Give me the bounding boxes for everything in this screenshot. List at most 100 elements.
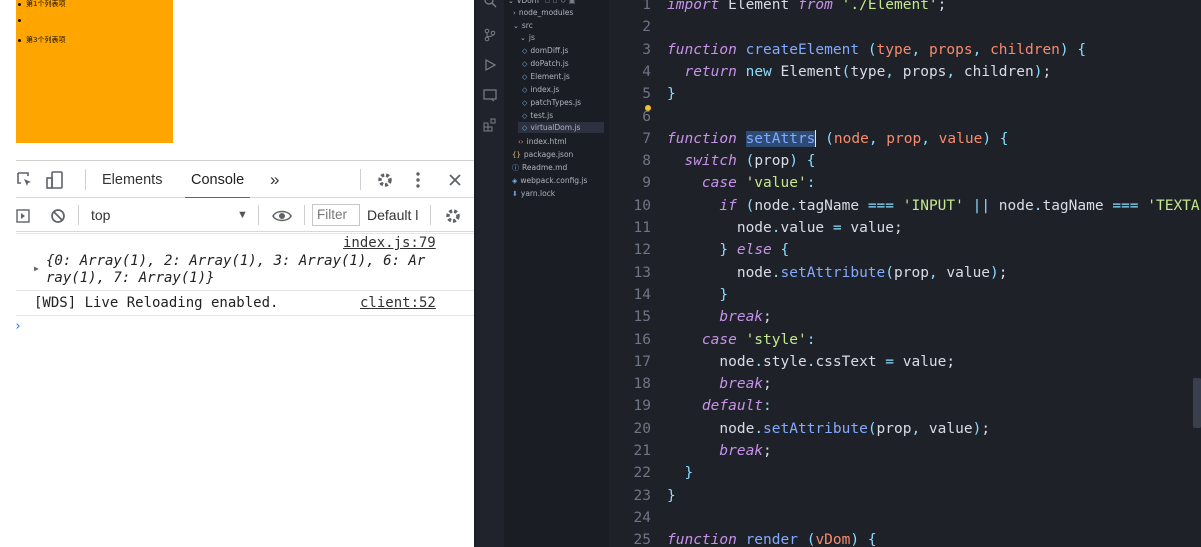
source-control-icon[interactable] xyxy=(482,28,498,44)
context-select[interactable]: top xyxy=(91,198,110,232)
filter-input[interactable]: Filter xyxy=(312,204,360,226)
code-line[interactable]: 25 function render (vDom) { xyxy=(609,529,1201,547)
log-levels-select[interactable]: Default l xyxy=(367,198,418,232)
row-divider xyxy=(16,233,474,234)
code-line[interactable]: 9 case 'value': xyxy=(609,172,1201,194)
code-token: break xyxy=(719,309,764,326)
run-debug-icon[interactable] xyxy=(482,58,498,74)
code-token: node xyxy=(990,197,1034,214)
code-line[interactable]: 8 switch (prop) { xyxy=(609,150,1201,172)
source-link[interactable]: index.js:79 xyxy=(343,235,436,251)
explorer-item-dopatch[interactable]: ◇ doPatch.js xyxy=(522,59,569,68)
extensions-icon[interactable] xyxy=(482,118,498,134)
code-line[interactable]: 16 case 'style': xyxy=(609,329,1201,351)
clear-icon[interactable] xyxy=(50,198,68,232)
file-label: webpack.config.js xyxy=(520,176,588,185)
log-message[interactable]: {0: Array(1), 2: Array(1), 3: Array(1), … xyxy=(46,253,425,269)
explorer-item-index-js[interactable]: ◇ index.js xyxy=(522,85,559,94)
code-token: function xyxy=(667,130,737,147)
console-prompt[interactable]: › xyxy=(14,319,22,334)
search-icon[interactable] xyxy=(482,0,498,10)
code-token: , xyxy=(911,420,921,437)
kebab-icon[interactable] xyxy=(412,161,424,198)
tab-console[interactable]: Console xyxy=(184,161,251,199)
bullet-icon xyxy=(18,18,21,22)
source-link[interactable]: client:52 xyxy=(360,295,436,311)
code-editor[interactable]: 1 import Element from './Element'; 2 3 funct… xyxy=(609,0,1201,547)
code-line[interactable]: 15 break; xyxy=(609,306,1201,328)
code-token: node xyxy=(667,420,755,437)
code-token: 'INPUT' xyxy=(902,197,964,214)
code-line[interactable]: 20 node.setAttribute(prop, value); xyxy=(609,418,1201,440)
code-line[interactable]: 4 return new Element(type, props, childr… xyxy=(609,61,1201,83)
inspect-icon[interactable] xyxy=(16,161,34,198)
code-line[interactable]: 23} xyxy=(609,485,1201,507)
chevron-down-icon[interactable]: ▼ xyxy=(237,198,248,232)
explorer-item-virtualdom[interactable]: ◇ virtualDom.js xyxy=(518,122,604,133)
expand-triangle-icon[interactable]: ▶ xyxy=(34,264,39,273)
code-token: 'TEXTA xyxy=(1147,197,1200,214)
explorer-item-webpack-config[interactable]: ◈ webpack.config.js xyxy=(512,176,587,185)
explorer-item-package-json[interactable]: {} package.json xyxy=(512,150,573,159)
explorer-item-element[interactable]: ◇ Element.js xyxy=(522,72,570,81)
explorer-item-node-modules[interactable]: › node_modules xyxy=(513,8,573,17)
code-line[interactable]: 17 node.style.cssText = value; xyxy=(609,351,1201,373)
code-line[interactable]: 10 if (node.tagName === 'INPUT' || node.… xyxy=(609,195,1201,217)
code-line[interactable]: 12 } else { xyxy=(609,239,1201,261)
explorer-item-js[interactable]: ⌄ js xyxy=(520,33,535,42)
line-number: 24 xyxy=(633,509,651,526)
code-line[interactable]: 1 import Element from './Element'; xyxy=(609,0,1201,16)
explorer-item-domdiff[interactable]: ◇ domDiff.js xyxy=(522,46,568,55)
explorer-item-readme[interactable]: ⓘ Readme.md xyxy=(512,163,567,173)
eye-icon[interactable] xyxy=(272,198,294,232)
code-line[interactable]: 2 xyxy=(609,16,1201,38)
code-line[interactable]: 14 } xyxy=(609,284,1201,306)
row-divider xyxy=(16,290,474,291)
code-token: default xyxy=(701,398,764,415)
code-line[interactable]: 3 function createElement (type, props, ch… xyxy=(609,39,1201,61)
tab-elements[interactable]: Elements xyxy=(102,161,162,198)
device-icon[interactable] xyxy=(44,161,66,198)
code-token: ( xyxy=(885,264,894,281)
code-token: props xyxy=(928,41,973,58)
close-icon[interactable] xyxy=(444,161,466,198)
code-line[interactable]: 13 node.setAttribute(prop, value); xyxy=(609,262,1201,284)
code-line[interactable]: 5} xyxy=(609,83,1201,105)
code-token: value; xyxy=(841,220,903,236)
code-text: break; xyxy=(667,373,771,395)
code-token: . xyxy=(789,197,798,214)
file-label: virtualDom.js xyxy=(530,123,581,132)
console-settings-icon[interactable] xyxy=(444,198,466,232)
file-label: Readme.md xyxy=(522,163,568,172)
code-token: switch xyxy=(684,153,737,170)
folder-label: js xyxy=(528,33,535,42)
code-line[interactable]: 24 xyxy=(609,507,1201,529)
code-line[interactable]: 22 } xyxy=(609,462,1201,484)
code-line[interactable]: 7 function setAttrs (node, prop, value) { xyxy=(609,128,1201,150)
code-line[interactable]: 21 break; xyxy=(609,440,1201,462)
explorer-item-index-html[interactable]: ‹› index.html xyxy=(518,137,567,146)
explorer-actions-icon[interactable]: ▫ ▫ ↻ ▣ xyxy=(545,0,576,5)
code-token: node xyxy=(667,220,772,236)
code-token: './Element' xyxy=(841,0,938,13)
explorer-item-patchtypes[interactable]: ◇ patchTypes.js xyxy=(522,98,581,107)
explorer-item-test[interactable]: ◇ test.js xyxy=(522,111,553,120)
gear-icon[interactable] xyxy=(374,161,396,198)
code-line[interactable]: 11 node.value = value; xyxy=(609,217,1201,239)
sidebar-icon[interactable] xyxy=(16,198,32,232)
more-tabs-button[interactable]: » xyxy=(270,161,279,198)
code-token: ( xyxy=(825,130,834,147)
code-line[interactable]: 6 xyxy=(609,106,1201,128)
code-line[interactable]: 19 default: xyxy=(609,395,1201,417)
code-line[interactable]: 18 break; xyxy=(609,373,1201,395)
explorer-item-yarn-lock[interactable]: ⬇ yarn.lock xyxy=(512,189,555,198)
code-token: } xyxy=(684,465,694,482)
explorer-item-src[interactable]: ⌄ src xyxy=(513,21,533,30)
editor-scrollbar[interactable] xyxy=(1193,378,1201,428)
explorer-root[interactable]: ⌄ vDom ▫ ▫ ↻ ▣ xyxy=(508,0,608,5)
remote-explorer-icon[interactable] xyxy=(482,88,498,104)
